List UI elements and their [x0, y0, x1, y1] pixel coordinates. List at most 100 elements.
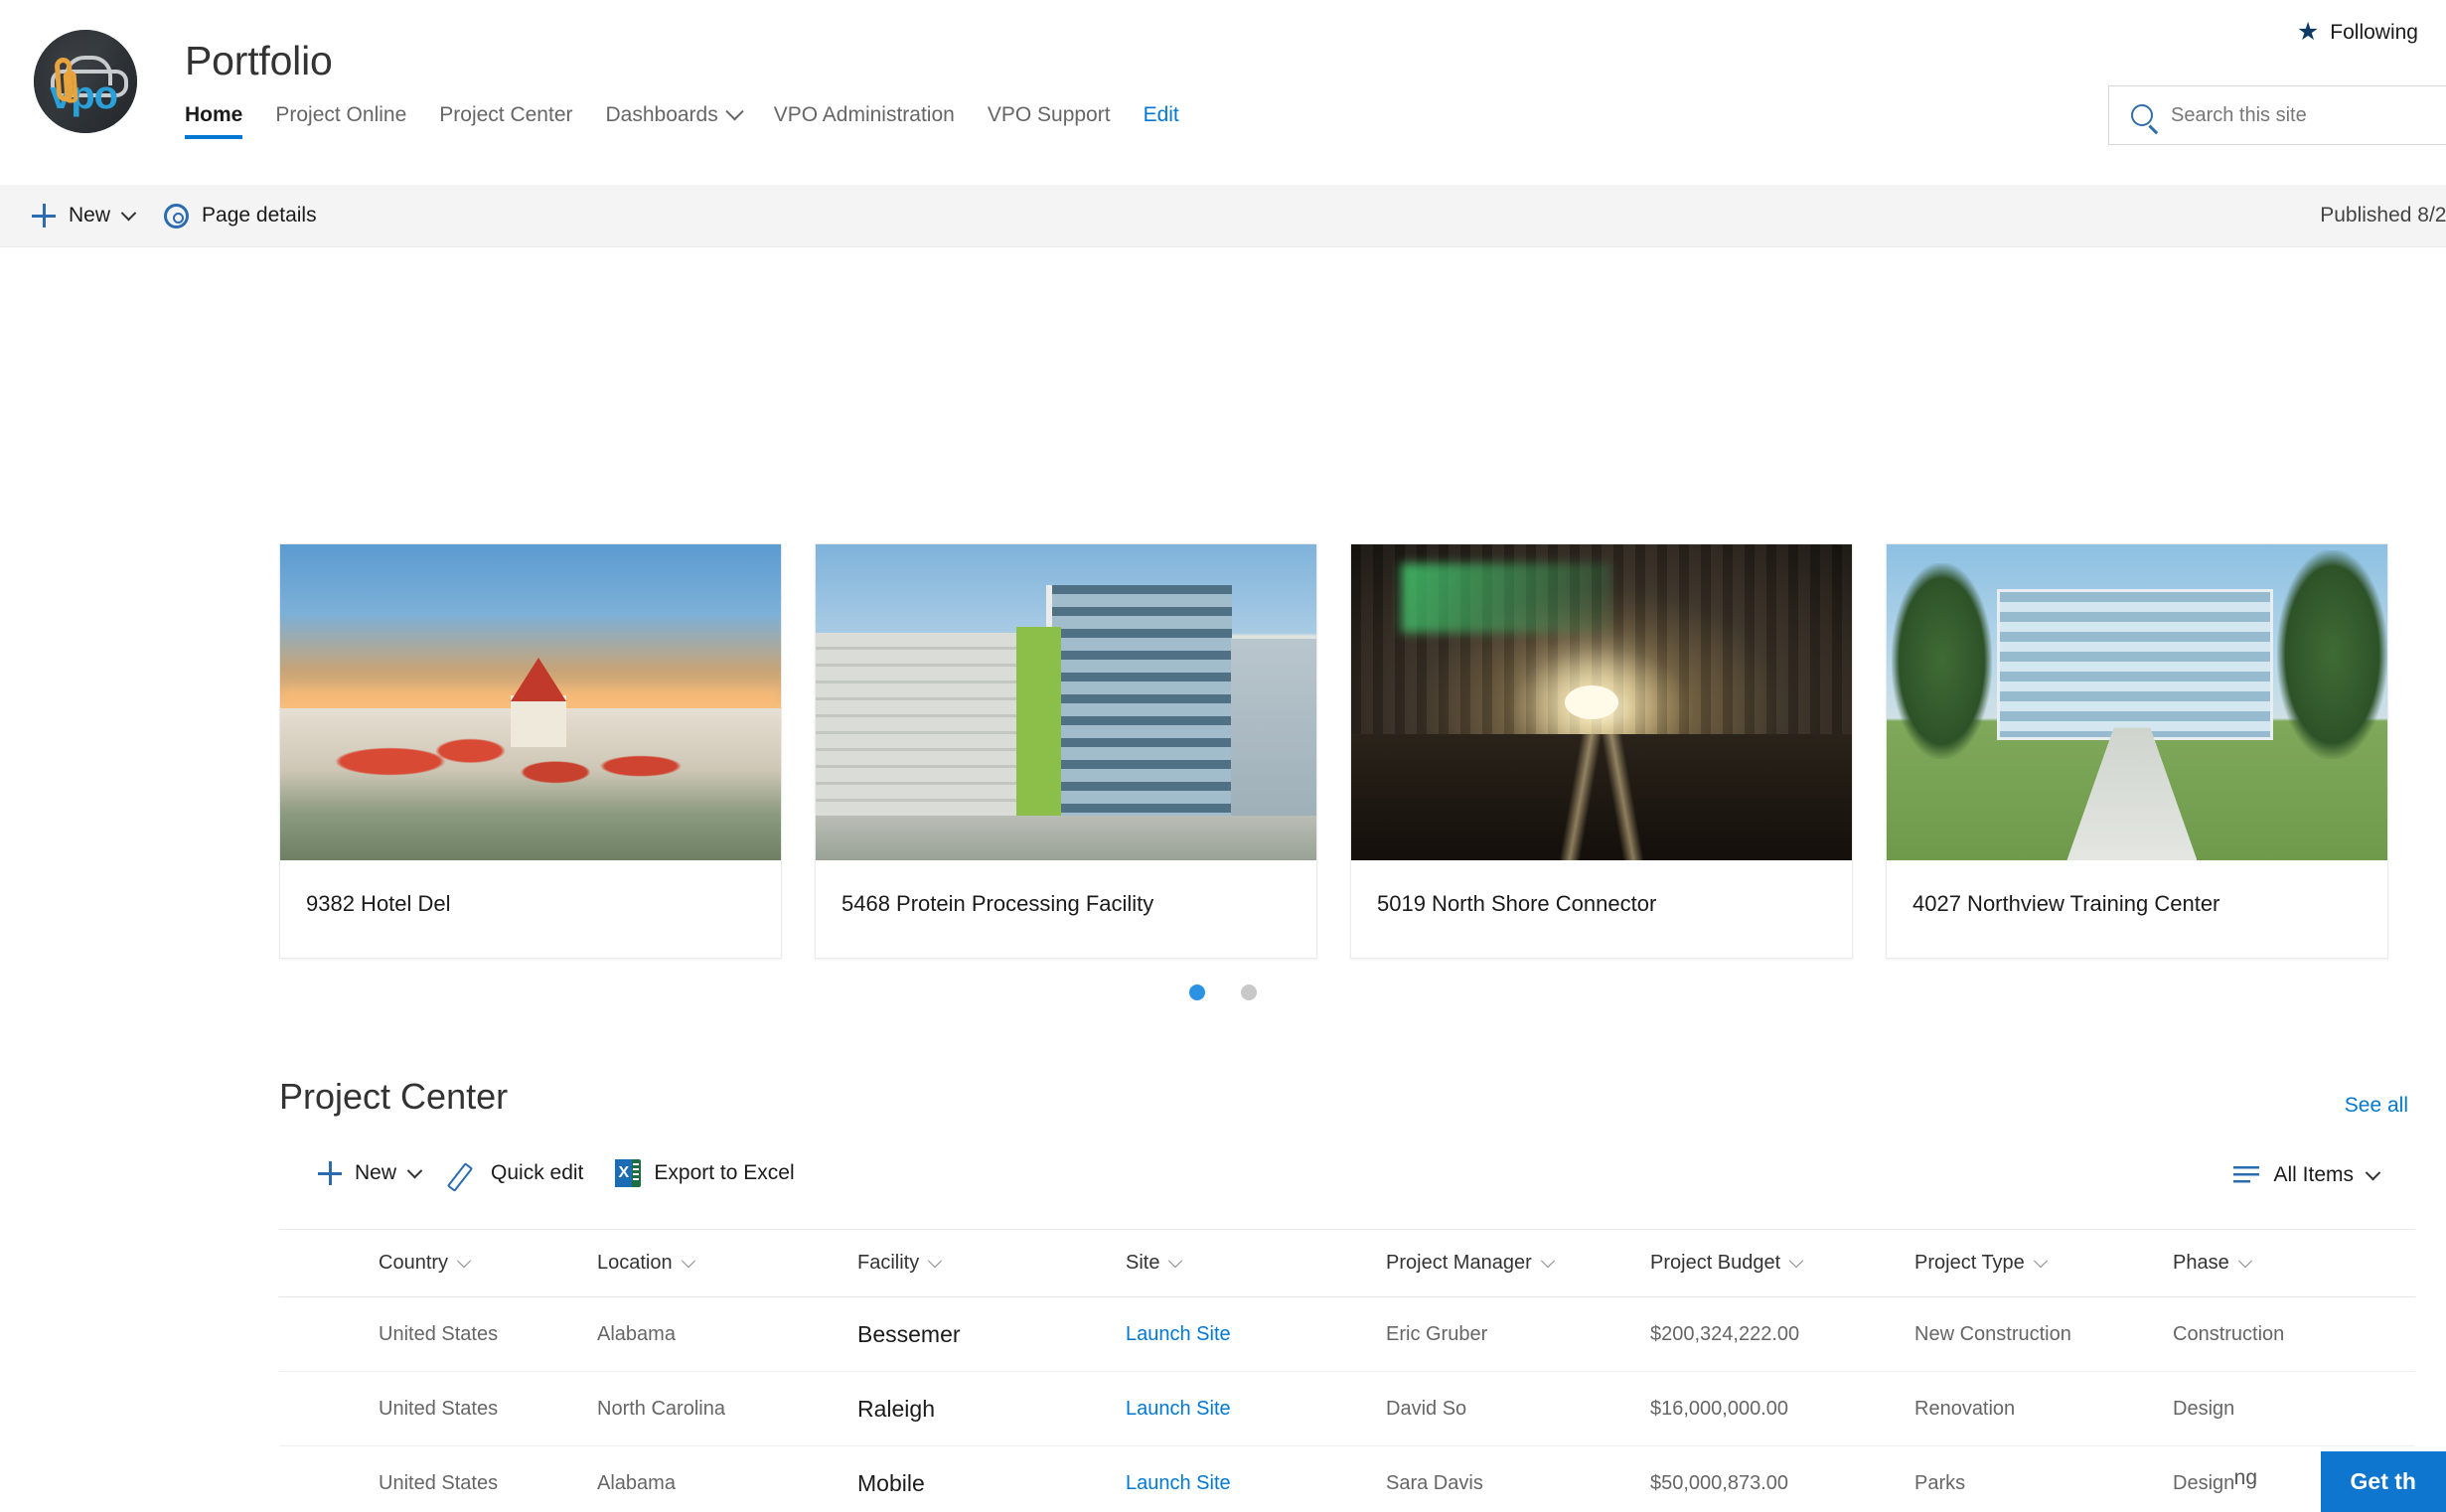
- facility-name: Bessemer: [857, 1321, 961, 1348]
- tree-shape-right: [2277, 550, 2387, 759]
- nav-item-label: VPO Administration: [774, 103, 955, 127]
- nav-item-dashboards[interactable]: Dashboards: [606, 103, 762, 141]
- cell-site: Launch Site: [1126, 1472, 1386, 1495]
- chevron-down-icon: [2238, 1254, 2252, 1268]
- chevron-down-icon: [1168, 1254, 1182, 1268]
- command-bar: New Page details Published 8/21/: [0, 185, 2446, 247]
- column-header-label: Country: [379, 1252, 448, 1275]
- export-label: Export to Excel: [654, 1161, 794, 1185]
- card-title: 5468 Protein Processing Facility: [816, 860, 1316, 958]
- following-button[interactable]: ★ Following: [2297, 20, 2418, 45]
- page-details-label: Page details: [202, 204, 317, 227]
- walkway-shape: [2066, 727, 2197, 860]
- site-logo[interactable]: vpo: [34, 30, 137, 133]
- cell-site: Launch Site: [1126, 1323, 1386, 1346]
- carousel-dot-1[interactable]: [1189, 984, 1205, 1000]
- view-selector[interactable]: All Items: [2233, 1163, 2378, 1187]
- cell-site: Launch Site: [1126, 1398, 1386, 1421]
- see-all-link[interactable]: See all: [2345, 1094, 2408, 1118]
- column-header-label: Site: [1126, 1252, 1159, 1275]
- tunnel-rails-shape: [1351, 734, 1852, 860]
- project-card[interactable]: 4027 Northview Training Center: [1886, 543, 2388, 959]
- card-title: 5019 North Shore Connector: [1351, 860, 1852, 958]
- site-header: vpo Portfolio Home Project Online Projec…: [0, 0, 2446, 185]
- card-image-protein-facility: [816, 544, 1316, 860]
- facility-name: Raleigh: [857, 1396, 935, 1423]
- chevron-down-icon: [121, 205, 137, 221]
- column-header-label: Project Manager: [1386, 1252, 1532, 1275]
- nav-item-project-online[interactable]: Project Online: [275, 103, 427, 141]
- page-details-button[interactable]: Page details: [154, 185, 337, 246]
- launch-site-link[interactable]: Launch Site: [1126, 1323, 1231, 1345]
- cell-location: Alabama: [597, 1323, 857, 1346]
- launch-site-link[interactable]: Launch Site: [1126, 1398, 1231, 1420]
- launch-site-link[interactable]: Launch Site: [1126, 1472, 1231, 1494]
- nav-item-label: Project Online: [275, 103, 406, 127]
- chevron-down-icon: [1541, 1254, 1555, 1268]
- cell-project-budget: $16,000,000.00: [1650, 1398, 1914, 1421]
- new-button[interactable]: New: [22, 185, 154, 246]
- nav-item-label: Edit: [1144, 103, 1179, 127]
- view-label: All Items: [2273, 1163, 2354, 1187]
- quick-edit-label: Quick edit: [491, 1161, 583, 1185]
- card-title: 9382 Hotel Del: [280, 860, 781, 958]
- table-row[interactable]: United States Alabama Bessemer Launch Si…: [279, 1297, 2415, 1372]
- column-header-site[interactable]: Site: [1126, 1252, 1386, 1275]
- cell-project-manager: Eric Gruber: [1386, 1323, 1650, 1346]
- search-icon: [2131, 104, 2153, 126]
- column-header-label: Project Type: [1914, 1252, 2025, 1275]
- card-title: 4027 Northview Training Center: [1887, 860, 2387, 958]
- column-header-facility[interactable]: Facility: [857, 1252, 1126, 1275]
- nav-item-label: Home: [185, 103, 242, 127]
- facility-name: Mobile: [857, 1470, 925, 1497]
- project-card[interactable]: 5019 North Shore Connector: [1350, 543, 1853, 959]
- column-header-project-manager[interactable]: Project Manager: [1386, 1252, 1650, 1275]
- cell-location: North Carolina: [597, 1398, 857, 1421]
- train-headlight: [1565, 685, 1618, 719]
- column-header-country[interactable]: Country: [379, 1252, 597, 1275]
- table-header-row: Country Location Facility Site Project M…: [279, 1230, 2415, 1297]
- project-card[interactable]: 9382 Hotel Del: [279, 543, 782, 959]
- search-placeholder: Search this site: [2171, 104, 2307, 127]
- cell-facility: Raleigh: [857, 1396, 1126, 1423]
- table-row[interactable]: United States Alabama Mobile Launch Site…: [279, 1446, 2415, 1512]
- column-header-label: Location: [597, 1252, 673, 1275]
- column-header-label: Phase: [2173, 1252, 2229, 1275]
- export-to-excel-button[interactable]: Export to Excel: [605, 1159, 816, 1187]
- gear-icon: [164, 204, 189, 228]
- get-the-app-button[interactable]: Get th: [2321, 1451, 2446, 1512]
- card-image-hotel-del: [280, 544, 781, 860]
- cell-project-manager: David So: [1386, 1398, 1650, 1421]
- cell-project-type: Renovation: [1914, 1398, 2173, 1421]
- cell-project-budget: $50,000,873.00: [1650, 1472, 1914, 1495]
- list-new-button[interactable]: New: [308, 1161, 442, 1185]
- following-label: Following: [2330, 21, 2418, 45]
- cell-facility: Bessemer: [857, 1321, 1126, 1348]
- column-header-label: Project Budget: [1650, 1252, 1780, 1275]
- filter-list-icon: [2233, 1166, 2259, 1184]
- tree-shape-left: [1892, 563, 1992, 759]
- nav-item-home[interactable]: Home: [185, 103, 263, 141]
- column-header-phase[interactable]: Phase: [2173, 1252, 2411, 1275]
- nav-item-vpo-administration[interactable]: VPO Administration: [774, 103, 976, 141]
- column-header-location[interactable]: Location: [597, 1252, 857, 1275]
- project-list-table: Country Location Facility Site Project M…: [279, 1229, 2415, 1512]
- search-input[interactable]: Search this site: [2108, 85, 2446, 145]
- cell-location: Alabama: [597, 1472, 857, 1495]
- cell-country: United States: [379, 1398, 597, 1421]
- column-header-project-type[interactable]: Project Type: [1914, 1252, 2173, 1275]
- project-card[interactable]: 5468 Protein Processing Facility: [815, 543, 1317, 959]
- nav-item-vpo-support[interactable]: VPO Support: [988, 103, 1132, 141]
- table-row[interactable]: United States North Carolina Raleigh Lau…: [279, 1372, 2415, 1446]
- column-header-project-budget[interactable]: Project Budget: [1650, 1252, 1914, 1275]
- project-cards-carousel: 9382 Hotel Del 5468 Protein Processing F…: [279, 543, 2388, 959]
- carousel-pagination: [0, 984, 2446, 1000]
- nav-item-edit[interactable]: Edit: [1144, 103, 1200, 141]
- list-toolbar: New Quick edit Export to Excel: [308, 1159, 817, 1187]
- cell-facility: Mobile: [857, 1470, 1126, 1497]
- chevron-down-icon: [2366, 1164, 2381, 1180]
- cell-project-manager: Sara Davis: [1386, 1472, 1650, 1495]
- nav-item-project-center[interactable]: Project Center: [439, 103, 593, 141]
- quick-edit-button[interactable]: Quick edit: [442, 1160, 605, 1186]
- carousel-dot-2[interactable]: [1241, 984, 1257, 1000]
